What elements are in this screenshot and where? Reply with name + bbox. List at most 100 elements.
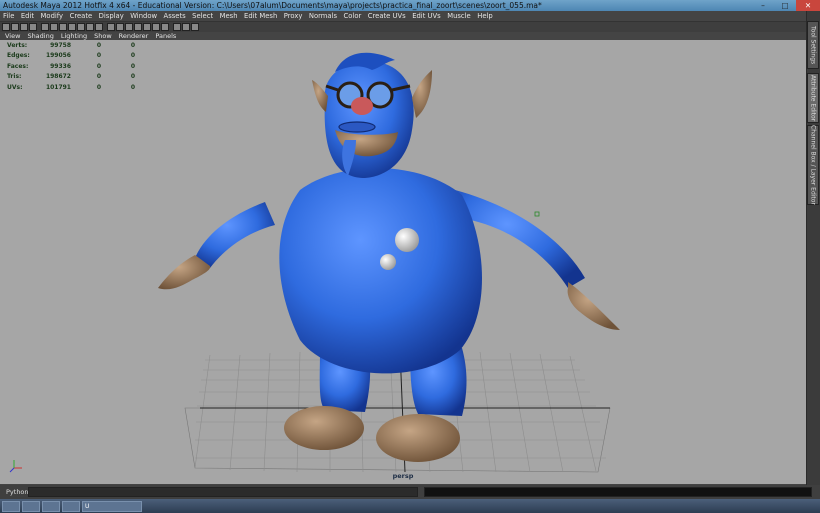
safe-title-icon[interactable]: [95, 23, 103, 31]
bookmark-icon[interactable]: [20, 23, 28, 31]
maximize-button[interactable]: □: [774, 0, 796, 11]
character-model: [158, 52, 620, 462]
select-camera-icon[interactable]: [2, 23, 10, 31]
backface-culling-icon[interactable]: [191, 23, 199, 31]
smooth-shade-icon[interactable]: [116, 23, 124, 31]
title-bar: Autodesk Maya 2012 Hotfix 4 x64 - Educat…: [0, 0, 820, 11]
menu-proxy[interactable]: Proxy: [284, 12, 303, 20]
hud-value: 0: [96, 52, 101, 60]
hud-value: 0: [96, 73, 101, 81]
panel-menu-renderer[interactable]: Renderer: [119, 32, 149, 40]
menu-file[interactable]: File: [3, 12, 14, 20]
command-language-label[interactable]: Python: [6, 488, 29, 496]
hud-value: 99336: [50, 62, 71, 70]
hud-value: 0: [96, 41, 101, 49]
field-chart-icon[interactable]: [77, 23, 85, 31]
isolate-select-icon[interactable]: [173, 23, 181, 31]
command-input[interactable]: [28, 487, 418, 497]
menu-window[interactable]: Window: [130, 12, 157, 20]
menu-mesh[interactable]: Mesh: [220, 12, 238, 20]
hud-value: 101791: [45, 83, 71, 91]
panel-menu-show[interactable]: Show: [94, 32, 112, 40]
xray-icon[interactable]: [182, 23, 190, 31]
camera-attributes-icon[interactable]: [11, 23, 19, 31]
taskbar-item[interactable]: [42, 500, 60, 512]
tab-attribute-editor[interactable]: Attribute Editor: [807, 73, 819, 123]
hud-value: 0: [130, 73, 135, 81]
all-lights-icon[interactable]: [152, 23, 160, 31]
menu-edit-uvs[interactable]: Edit UVs: [412, 12, 441, 20]
hud-value: 0: [130, 62, 135, 70]
wireframe-on-shaded-icon[interactable]: [125, 23, 133, 31]
hud-value: 0: [130, 83, 135, 91]
tab-tool-settings[interactable]: Tool Settings: [807, 21, 819, 69]
viewport-toolbar: [0, 22, 806, 32]
hud-label: Faces:: [7, 62, 29, 70]
main-menu-bar: File Edit Modify Create Display Window A…: [0, 11, 806, 22]
hud-label: UVs:: [7, 83, 23, 91]
hud-value: 199056: [45, 52, 71, 60]
menu-select[interactable]: Select: [192, 12, 213, 20]
hud-row-verts: Verts: 99758 0 0: [7, 40, 135, 51]
viewport-scene: [9, 52, 620, 473]
default-light-icon[interactable]: [143, 23, 151, 31]
safe-action-icon[interactable]: [86, 23, 94, 31]
wireframe-icon[interactable]: [107, 23, 115, 31]
os-taskbar: U: [0, 499, 820, 513]
window-title: Autodesk Maya 2012 Hotfix 4 x64 - Educat…: [3, 1, 542, 10]
menu-create[interactable]: Create: [70, 12, 93, 20]
hud-row-uvs: UVs: 101791 0 0: [7, 82, 135, 93]
toolbar-separator: [104, 23, 106, 31]
hud-value: 198672: [45, 73, 71, 81]
hud-value: 99758: [50, 41, 71, 49]
axis-gizmo: [9, 460, 22, 473]
toolbar-separator: [170, 23, 172, 31]
resolution-gate-icon[interactable]: [59, 23, 67, 31]
minimize-button[interactable]: –: [752, 0, 774, 11]
menu-help[interactable]: Help: [477, 12, 493, 20]
manipulator-handle: [534, 211, 540, 217]
perspective-viewport[interactable]: Verts: 99758 0 0 Edges: 199056 0 0 Faces…: [0, 40, 806, 484]
taskbar-item[interactable]: [22, 500, 40, 512]
panel-menu-lighting[interactable]: Lighting: [61, 32, 87, 40]
command-line: Python: [0, 485, 820, 499]
gate-mask-icon[interactable]: [68, 23, 76, 31]
film-gate-icon[interactable]: [50, 23, 58, 31]
image-plane-icon[interactable]: [29, 23, 37, 31]
hud-row-edges: Edges: 199056 0 0: [7, 51, 135, 62]
panel-menu-bar: View Shading Lighting Show Renderer Pane…: [0, 32, 806, 40]
grid-icon[interactable]: [41, 23, 49, 31]
panel-menu-view[interactable]: View: [5, 32, 20, 40]
hud-row-tris: Tris: 198672 0 0: [7, 72, 135, 83]
hud-value: 0: [96, 83, 101, 91]
close-button[interactable]: ✕: [796, 0, 820, 11]
menu-edit[interactable]: Edit: [21, 12, 34, 20]
menu-modify[interactable]: Modify: [41, 12, 64, 20]
poly-count-hud: Verts: 99758 0 0 Edges: 199056 0 0 Faces…: [7, 40, 135, 93]
hud-label: Edges:: [7, 52, 30, 60]
hud-row-faces: Faces: 99336 0 0: [7, 61, 135, 72]
textured-icon[interactable]: [134, 23, 142, 31]
menu-display[interactable]: Display: [99, 12, 124, 20]
menu-create-uvs[interactable]: Create UVs: [368, 12, 406, 20]
camera-name-label: persp: [392, 472, 414, 480]
command-result-field: [424, 487, 812, 497]
menu-edit-mesh[interactable]: Edit Mesh: [244, 12, 277, 20]
menu-normals[interactable]: Normals: [309, 12, 337, 20]
hud-value: 0: [96, 62, 101, 70]
menu-color[interactable]: Color: [344, 12, 362, 20]
shadows-icon[interactable]: [161, 23, 169, 31]
taskbar-item[interactable]: [62, 500, 80, 512]
menu-muscle[interactable]: Muscle: [447, 12, 471, 20]
toolbar-separator: [38, 23, 40, 31]
panel-menu-shading[interactable]: Shading: [27, 32, 53, 40]
side-panel-strip: Tool Settings Attribute Editor Channel B…: [806, 11, 820, 485]
panel-menu-panels[interactable]: Panels: [155, 32, 176, 40]
hud-value: 0: [130, 52, 135, 60]
hud-label: Tris:: [7, 73, 22, 81]
tab-channel-box[interactable]: Channel Box / Layer Editor: [807, 125, 819, 205]
taskbar-item[interactable]: [2, 500, 20, 512]
hud-label: Verts:: [7, 41, 28, 49]
taskbar-item[interactable]: U: [82, 500, 142, 512]
menu-assets[interactable]: Assets: [164, 12, 186, 20]
